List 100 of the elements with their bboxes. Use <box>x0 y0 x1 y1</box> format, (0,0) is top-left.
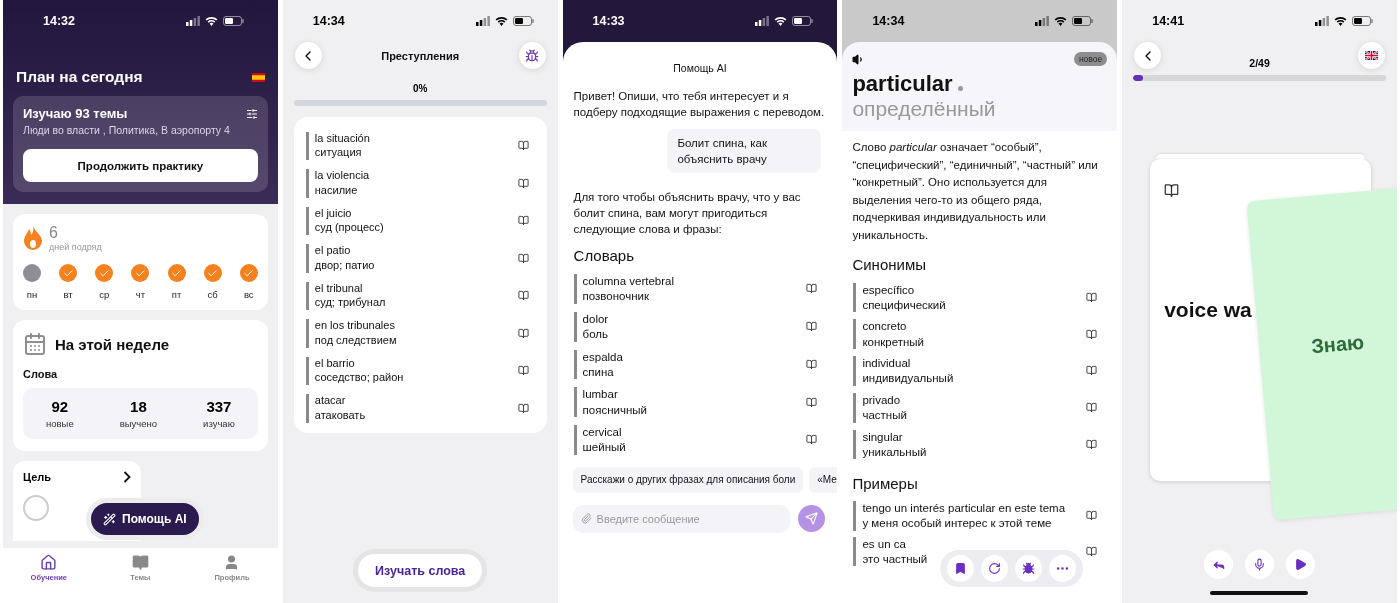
term-text: en los tribunales <box>314 319 396 333</box>
book-icon[interactable] <box>517 327 529 339</box>
term-text: privado <box>862 392 902 408</box>
book-icon[interactable] <box>1164 183 1180 198</box>
settings-icon[interactable] <box>245 107 258 120</box>
calendar-icon <box>23 332 47 356</box>
term-text: el tribunal <box>314 281 364 296</box>
words-subtitle: Слова <box>23 368 59 380</box>
goal-title: Цель <box>23 471 52 483</box>
term-text: espalda <box>582 349 623 364</box>
translation-text: у меня особый интерес к этой теме <box>862 516 1053 531</box>
language-button[interactable] <box>1358 42 1385 69</box>
battery-icon <box>1072 16 1094 26</box>
section-title: Примеры <box>852 474 919 492</box>
status-time: 14:34 <box>872 14 905 28</box>
wifi-icon <box>204 16 218 26</box>
translation-text: боль <box>582 327 609 342</box>
word-description: Слово particular означает “особый”, “специфический”, “единичный”, “частный” или “конкретный”. Оно используется для выделения чего-то из общего ряда, подчеркивая индивидуальность или уникальность. <box>852 140 1099 243</box>
dot-icon <box>957 86 963 91</box>
progress-reading: 0% <box>412 83 428 94</box>
signal-icon <box>1035 16 1050 26</box>
book-icon[interactable] <box>517 140 529 152</box>
day-label: чт <box>135 289 146 300</box>
refresh-button[interactable] <box>981 555 1009 582</box>
book-icon[interactable] <box>517 290 529 302</box>
refresh-icon[interactable] <box>988 562 1002 575</box>
signal-icon <box>185 16 200 26</box>
book-icon[interactable] <box>806 434 818 446</box>
translation-text: позвоночник <box>582 289 651 304</box>
bug-report-button[interactable] <box>518 42 546 69</box>
battery-icon <box>1352 16 1373 26</box>
house-icon[interactable] <box>40 554 58 571</box>
swipe-label: Знаю <box>1310 330 1366 358</box>
term-text: el barrio <box>314 356 356 371</box>
assistant-message: Привет! Опиши, что тебя интересует и я подберу подходящие выражения с переводом. <box>573 89 826 120</box>
continue-button[interactable]: Продолжить практику <box>23 149 258 182</box>
bug-icon[interactable] <box>1022 562 1036 575</box>
send-button[interactable] <box>798 505 826 533</box>
bug-report-button[interactable] <box>1015 555 1043 582</box>
plan-heading: Изучаю 93 темы <box>23 106 128 121</box>
bookmark-icon[interactable] <box>954 562 968 575</box>
signal-icon <box>475 16 490 26</box>
battery-icon <box>512 16 534 26</box>
book-icon[interactable] <box>517 177 529 189</box>
term-text: el juicio <box>314 206 353 221</box>
term-text: el patio <box>314 244 352 258</box>
flag-icon <box>1365 51 1378 60</box>
day-label: пн <box>26 289 38 300</box>
suggestion-chip[interactable]: Расскажи о других фразах для описания боли <box>572 466 804 493</box>
play-icon[interactable] <box>1294 558 1308 571</box>
flag-icon[interactable] <box>251 72 265 82</box>
battery-icon <box>792 16 814 26</box>
day-label: вс <box>243 289 254 300</box>
streak-label: дней подряд <box>49 242 102 252</box>
book-icon[interactable] <box>1086 545 1098 557</box>
book-icon[interactable] <box>806 321 818 333</box>
user-message: Болит спина, как объяснить врачу <box>667 129 822 173</box>
book-icon[interactable] <box>517 252 529 264</box>
book-icon[interactable] <box>1086 365 1098 377</box>
bug-icon[interactable] <box>525 48 540 63</box>
magic-wand-icon[interactable] <box>103 512 116 526</box>
day-label: ср <box>99 289 110 300</box>
book-icon[interactable] <box>806 283 818 295</box>
book-icon[interactable] <box>1086 510 1098 522</box>
stat-label: новые <box>46 418 74 429</box>
term-text: la situación <box>314 131 370 146</box>
book-icon[interactable] <box>517 365 529 377</box>
microphone-button[interactable] <box>1245 550 1275 579</box>
chat-title: Помощь AI <box>673 62 727 74</box>
section-title: Синонимы <box>852 256 927 273</box>
book-icon[interactable] <box>517 215 529 227</box>
wifi-icon <box>1334 16 1347 26</box>
microphone-icon[interactable] <box>1253 558 1267 571</box>
book-icon[interactable] <box>806 396 818 408</box>
status-time: 14:32 <box>43 14 75 28</box>
undo-button[interactable] <box>1204 550 1234 579</box>
translation-text: конкретный <box>862 334 925 349</box>
new-badge: новое <box>1073 52 1108 66</box>
suggestion-chip[interactable]: «Ме <box>809 466 838 493</box>
book-icon[interactable] <box>806 358 818 370</box>
book-icon[interactable] <box>1086 291 1098 303</box>
wifi-icon <box>774 16 788 26</box>
message-field[interactable]: Введите сообщение <box>572 504 791 533</box>
book-icon[interactable] <box>1086 328 1098 340</box>
translation-text: это частный <box>862 551 928 567</box>
stat-value: 92 <box>51 398 69 415</box>
translation-text: атаковать <box>314 408 366 423</box>
wifi-icon <box>1054 16 1068 26</box>
bookmark-button[interactable] <box>947 555 975 582</box>
signal-icon <box>1315 16 1329 26</box>
book-icon[interactable] <box>517 402 529 414</box>
translation-text: специфический <box>862 297 946 313</box>
page-title: План на сегодня <box>16 68 143 86</box>
chevron-icon[interactable] <box>123 471 131 483</box>
translation-text: насилие <box>314 183 359 198</box>
book-icon[interactable] <box>1086 438 1098 450</box>
translation-text: суд (процесс) <box>314 221 384 235</box>
play-button[interactable] <box>1286 550 1316 579</box>
book-icon[interactable] <box>1086 402 1098 414</box>
more-button[interactable] <box>1049 555 1077 582</box>
